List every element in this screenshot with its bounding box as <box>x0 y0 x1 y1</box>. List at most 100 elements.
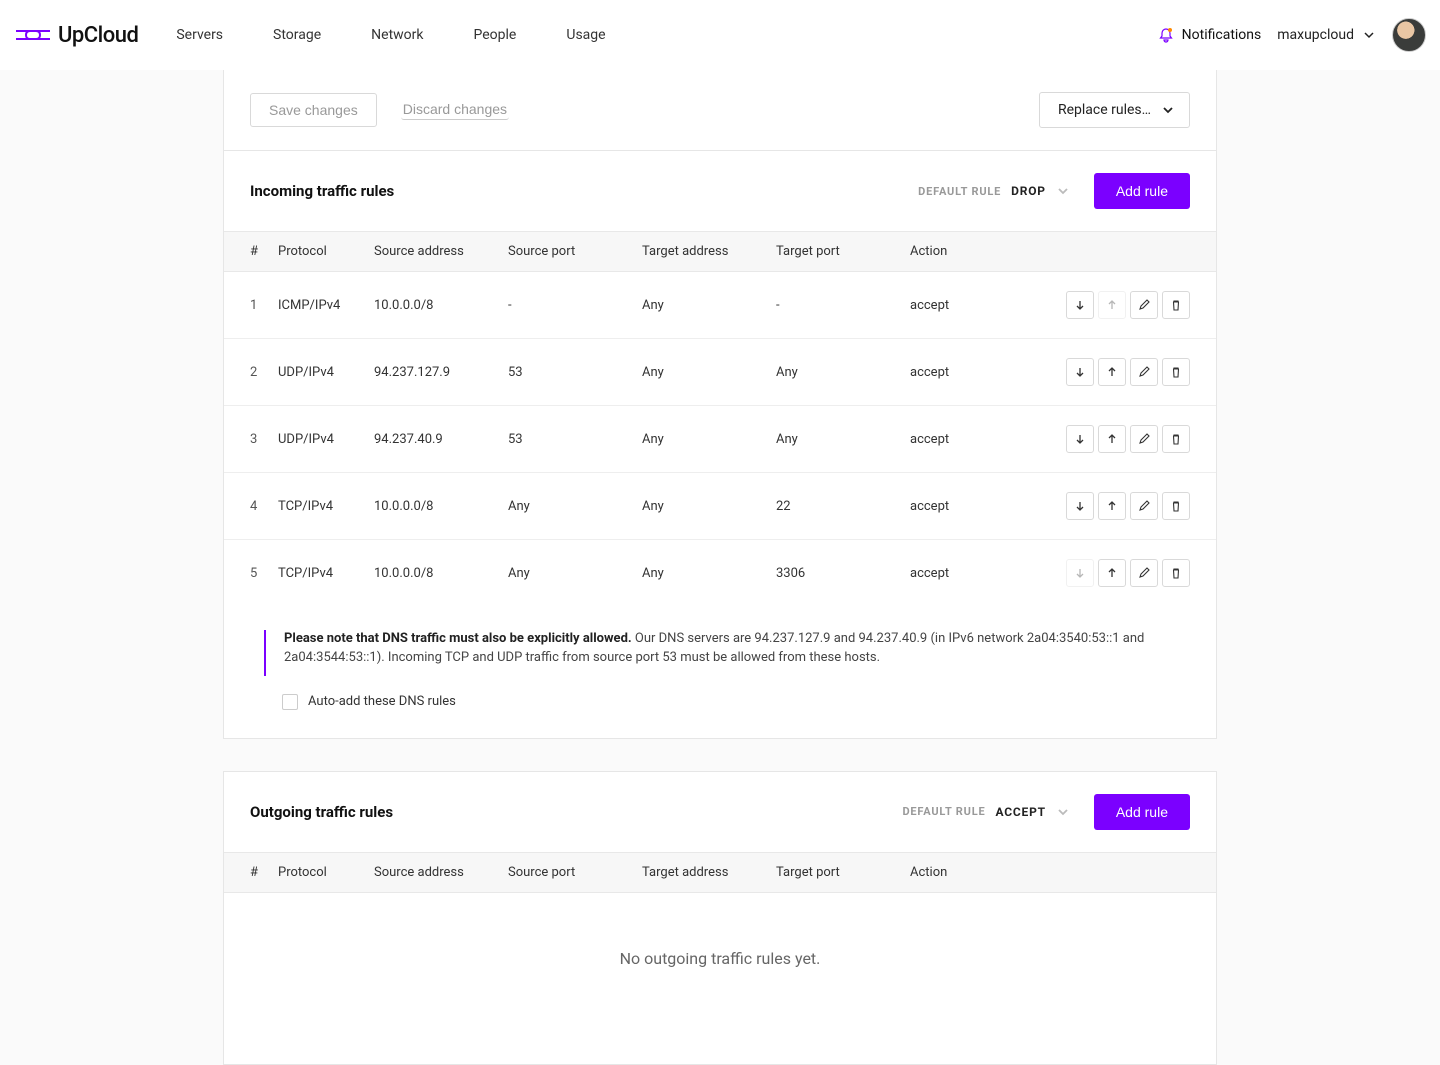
col-tgt-port: Target port <box>768 852 902 892</box>
col-src-addr: Source address <box>366 852 500 892</box>
col-action: Action <box>902 852 1022 892</box>
arrow-down-icon <box>1074 567 1086 579</box>
cell-src-port: 53 <box>500 406 634 473</box>
col-src-port: Source port <box>500 852 634 892</box>
save-button[interactable]: Save changes <box>250 93 377 127</box>
incoming-header: Incoming traffic rules Default rule Drop… <box>224 151 1216 231</box>
col-action: Action <box>902 232 1022 272</box>
trash-icon <box>1170 567 1182 579</box>
discard-button[interactable]: Discard changes <box>401 101 509 120</box>
edit-rule-button[interactable] <box>1130 291 1158 319</box>
move-down-button[interactable] <box>1066 291 1094 319</box>
cell-action: accept <box>902 473 1022 540</box>
cell-number: 1 <box>224 272 270 339</box>
edit-rule-button[interactable] <box>1130 425 1158 453</box>
cell-protocol: ICMP/IPv4 <box>270 272 366 339</box>
move-down-button <box>1066 559 1094 587</box>
cell-src-addr: 10.0.0.0/8 <box>366 272 500 339</box>
delete-rule-button[interactable] <box>1162 559 1190 587</box>
trash-icon <box>1170 433 1182 445</box>
delete-rule-button[interactable] <box>1162 425 1190 453</box>
pencil-icon <box>1138 366 1150 378</box>
logo-icon <box>14 24 52 46</box>
cell-src-addr: 10.0.0.0/8 <box>366 473 500 540</box>
move-up-button[interactable] <box>1098 425 1126 453</box>
auto-add-dns-row: Auto-add these DNS rules <box>264 694 1190 710</box>
notifications-button[interactable]: Notifications <box>1158 27 1262 43</box>
cell-src-port: - <box>500 272 634 339</box>
replace-rules-dropdown[interactable]: Replace rules… <box>1039 92 1190 128</box>
logo-text: UpCloud <box>58 23 138 48</box>
arrow-up-icon <box>1106 567 1118 579</box>
delete-rule-button[interactable] <box>1162 358 1190 386</box>
edit-rule-button[interactable] <box>1130 492 1158 520</box>
default-rule-label: Default rule <box>918 185 1001 198</box>
incoming-add-rule-button[interactable]: Add rule <box>1094 173 1190 209</box>
arrow-down-icon <box>1074 366 1086 378</box>
cell-tgt-addr: Any <box>634 339 768 406</box>
cell-number: 4 <box>224 473 270 540</box>
cell-tgt-addr: Any <box>634 272 768 339</box>
notifications-label: Notifications <box>1182 27 1262 43</box>
cell-protocol: UDP/IPv4 <box>270 406 366 473</box>
nav-people[interactable]: People <box>474 27 517 43</box>
table-row: 4TCP/IPv410.0.0.0/8AnyAny22accept <box>224 473 1216 540</box>
move-up-button[interactable] <box>1098 559 1126 587</box>
nav-usage[interactable]: Usage <box>566 27 605 43</box>
cell-tgt-port: 22 <box>768 473 902 540</box>
incoming-title: Incoming traffic rules <box>250 182 394 200</box>
cell-tgt-port: Any <box>768 339 902 406</box>
edit-rule-button[interactable] <box>1130 559 1158 587</box>
cell-src-addr: 10.0.0.0/8 <box>366 540 500 607</box>
logo[interactable]: UpCloud <box>14 23 138 48</box>
move-down-button[interactable] <box>1066 358 1094 386</box>
nav-network[interactable]: Network <box>371 27 423 43</box>
col-number: # <box>224 852 270 892</box>
chevron-down-icon <box>1161 103 1175 117</box>
col-tgt-addr: Target address <box>634 232 768 272</box>
move-up-button[interactable] <box>1098 492 1126 520</box>
outgoing-rules-table: # Protocol Source address Source port Ta… <box>224 852 1216 893</box>
chevron-down-icon <box>1056 805 1070 819</box>
cell-tgt-addr: Any <box>634 540 768 607</box>
replace-rules-label: Replace rules… <box>1058 102 1151 118</box>
changes-toolbar: Save changes Discard changes Replace rul… <box>224 70 1216 151</box>
default-rule-value: Drop <box>1011 184 1046 198</box>
auto-add-dns-checkbox[interactable] <box>282 694 298 710</box>
move-down-button[interactable] <box>1066 425 1094 453</box>
cell-tgt-addr: Any <box>634 473 768 540</box>
table-row: 1ICMP/IPv410.0.0.0/8-Any-accept <box>224 272 1216 339</box>
incoming-default-rule-select[interactable]: Default rule Drop <box>918 184 1070 198</box>
avatar[interactable] <box>1392 18 1426 52</box>
outgoing-add-rule-button[interactable]: Add rule <box>1094 794 1190 830</box>
cell-action: accept <box>902 272 1022 339</box>
cell-src-port: Any <box>500 473 634 540</box>
nav-servers[interactable]: Servers <box>176 27 223 43</box>
col-tgt-port: Target port <box>768 232 902 272</box>
cell-tgt-port: 3306 <box>768 540 902 607</box>
table-row: 3UDP/IPv494.237.40.953AnyAnyaccept <box>224 406 1216 473</box>
user-menu[interactable]: maxupcloud <box>1277 27 1376 43</box>
auto-add-dns-label: Auto-add these DNS rules <box>308 694 456 709</box>
delete-rule-button[interactable] <box>1162 291 1190 319</box>
default-rule-value: Accept <box>995 805 1045 819</box>
delete-rule-button[interactable] <box>1162 492 1190 520</box>
move-up-button[interactable] <box>1098 358 1126 386</box>
outgoing-header: Outgoing traffic rules Default rule Acce… <box>224 772 1216 852</box>
section-gap <box>223 738 1217 772</box>
col-tgt-addr: Target address <box>634 852 768 892</box>
arrow-down-icon <box>1074 299 1086 311</box>
move-up-button <box>1098 291 1126 319</box>
move-down-button[interactable] <box>1066 492 1094 520</box>
nav-storage[interactable]: Storage <box>273 27 321 43</box>
outgoing-default-rule-select[interactable]: Default rule Accept <box>902 805 1069 819</box>
main-nav: Servers Storage Network People Usage <box>176 27 605 43</box>
edit-rule-button[interactable] <box>1130 358 1158 386</box>
cell-number: 2 <box>224 339 270 406</box>
arrow-up-icon <box>1106 433 1118 445</box>
arrow-down-icon <box>1074 500 1086 512</box>
trash-icon <box>1170 500 1182 512</box>
pencil-icon <box>1138 567 1150 579</box>
cell-src-addr: 94.237.127.9 <box>366 339 500 406</box>
username: maxupcloud <box>1277 27 1354 43</box>
